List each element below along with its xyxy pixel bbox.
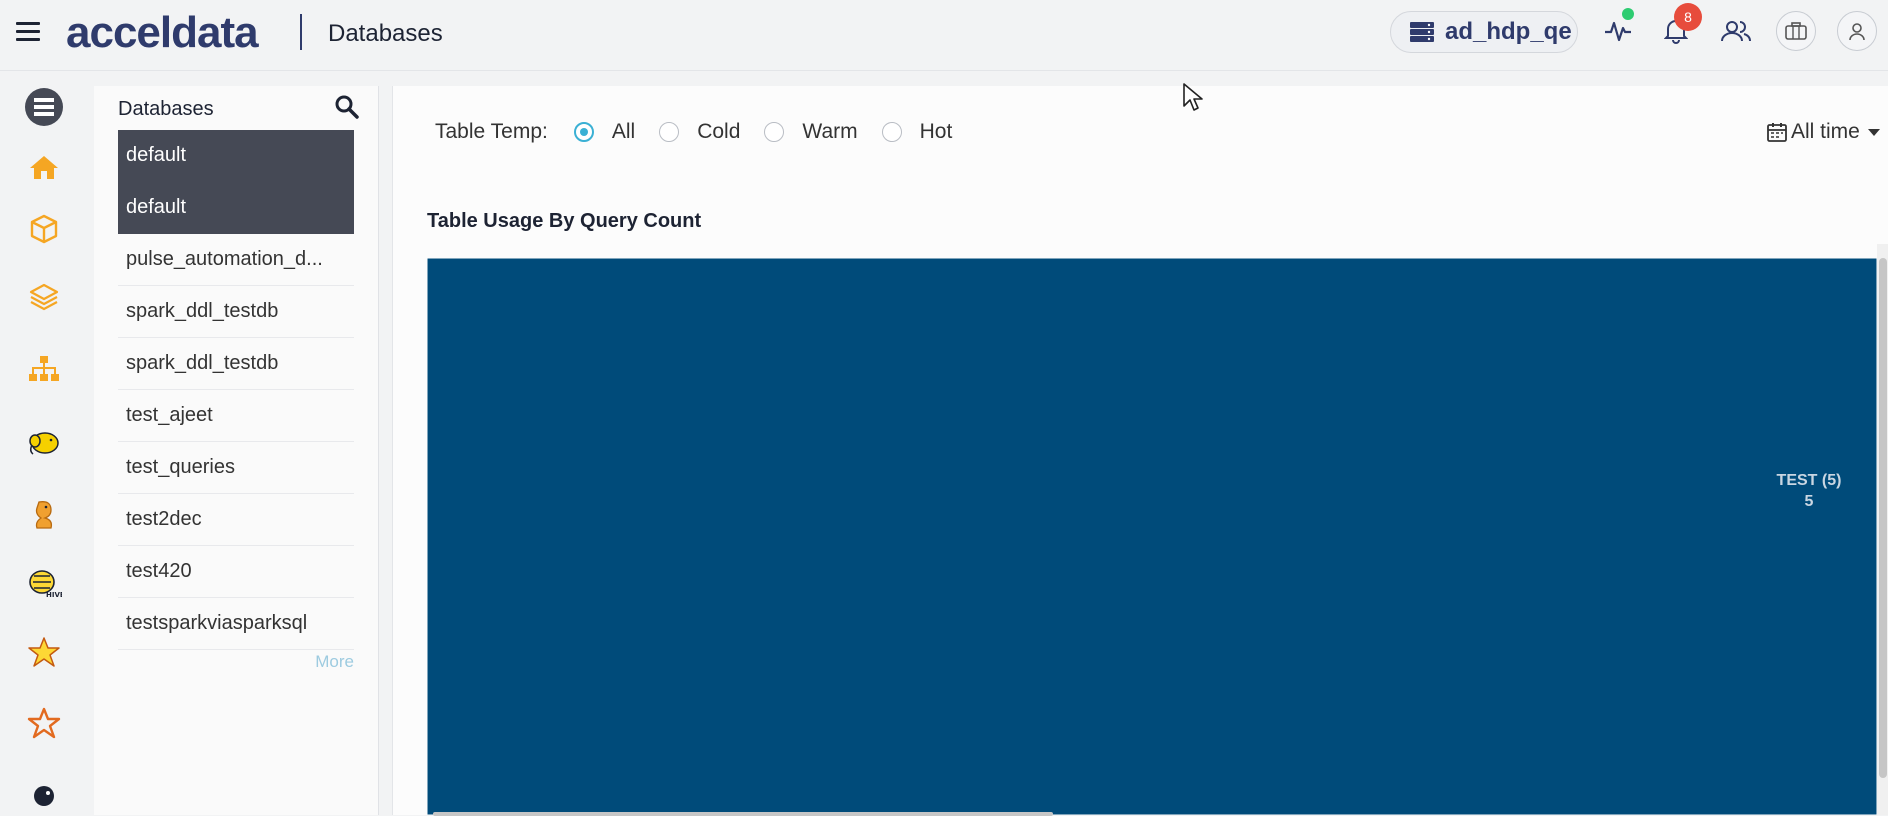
- svg-text:HIVE: HIVE: [46, 591, 62, 599]
- treemap-cell-label: TEST (5): [1777, 472, 1842, 489]
- database-list-item[interactable]: pulse_automation_d...: [118, 234, 354, 286]
- hadoop-icon[interactable]: [22, 421, 66, 465]
- database-list-item[interactable]: test_ajeet: [118, 390, 354, 442]
- database-list: default default pulse_automation_d... spark…: [118, 130, 354, 650]
- radio-warm[interactable]: Warm: [764, 120, 858, 144]
- treemap-chart: TEST (5) 5: [427, 258, 1878, 815]
- radio-all[interactable]: All: [573, 120, 636, 144]
- impala-icon[interactable]: [22, 631, 66, 675]
- database-list-item[interactable]: test420: [118, 546, 354, 598]
- radio-button-icon[interactable]: [764, 122, 785, 142]
- sitemap-icon[interactable]: [22, 347, 66, 391]
- cube-icon[interactable]: [22, 207, 66, 251]
- left-nav-rail: HIVE: [0, 71, 82, 815]
- chart-title: Table Usage By Query Count: [427, 210, 702, 232]
- databases-panel-title: Databases: [118, 98, 214, 120]
- radio-cold[interactable]: Cold: [659, 120, 740, 144]
- time-range-value: All time: [1791, 120, 1860, 143]
- radio-button-icon[interactable]: [573, 122, 594, 142]
- notification-badge: 8: [1674, 3, 1702, 31]
- table-temp-label: Table Temp:: [435, 120, 548, 143]
- page-title: Databases: [328, 20, 443, 47]
- briefcase-icon[interactable]: [1776, 11, 1816, 51]
- calendar-icon: [1767, 123, 1787, 142]
- table-temp-radio-group: All Cold Warm Hot: [573, 120, 976, 144]
- time-range-dropdown[interactable]: All time: [1767, 120, 1880, 144]
- radio-label: All: [611, 120, 636, 143]
- cluster-name: ad_hdp_qe: [1445, 18, 1572, 45]
- database-list-item[interactable]: default: [118, 130, 354, 182]
- menu-icon[interactable]: [16, 22, 40, 42]
- layers-icon[interactable]: [22, 275, 66, 319]
- search-icon[interactable]: [334, 94, 362, 122]
- hdfs-icon[interactable]: [22, 493, 66, 537]
- hive-icon[interactable]: HIVE: [22, 561, 66, 605]
- user-icon[interactable]: [1837, 11, 1877, 51]
- home-icon[interactable]: [22, 145, 66, 189]
- more-link[interactable]: More: [315, 652, 354, 672]
- radio-hot[interactable]: Hot: [881, 120, 953, 144]
- kafka-icon[interactable]: [22, 769, 66, 813]
- chevron-down-icon: [1867, 128, 1880, 136]
- top-bar: acceldata Databases ad_hdp_qe 8: [0, 0, 1888, 71]
- radio-label: Warm: [802, 120, 858, 143]
- radio-label: Hot: [919, 120, 953, 143]
- logo-divider: [300, 14, 302, 50]
- database-list-item[interactable]: spark_ddl_testdb: [118, 338, 354, 390]
- server-icon: [1410, 22, 1434, 42]
- database-list-item[interactable]: spark_ddl_testdb: [118, 286, 354, 338]
- databases-panel: Databases default default pulse_automation…: [94, 86, 379, 815]
- database-list-item[interactable]: testsparkviasparksql: [118, 598, 354, 650]
- treemap-cell[interactable]: [427, 258, 1878, 815]
- databases-icon[interactable]: [22, 85, 66, 129]
- horizontal-scrollbar[interactable]: [433, 812, 1873, 816]
- mouse-cursor-icon: [1183, 83, 1203, 111]
- cluster-selector[interactable]: ad_hdp_qe: [1390, 11, 1578, 53]
- radio-button-icon[interactable]: [881, 122, 902, 142]
- table-temp-filter: Table Temp: All Cold Warm Hot: [435, 120, 976, 144]
- radio-label: Cold: [697, 120, 741, 143]
- database-list-item[interactable]: default: [118, 182, 354, 234]
- database-list-item[interactable]: test_queries: [118, 442, 354, 494]
- main-content: Table Temp: All Cold Warm Hot All time Tabl…: [392, 86, 1888, 816]
- radio-button-icon[interactable]: [659, 122, 680, 142]
- health-status-dot: [1622, 8, 1634, 20]
- logo-text: acceldata: [66, 8, 259, 57]
- spark-icon[interactable]: [22, 701, 66, 745]
- vertical-scrollbar[interactable]: [1877, 244, 1888, 815]
- logo[interactable]: acceldata: [66, 8, 259, 58]
- database-list-item[interactable]: test2dec: [118, 494, 354, 546]
- treemap-cell-value: 5: [1805, 493, 1814, 510]
- users-icon[interactable]: [1719, 14, 1753, 48]
